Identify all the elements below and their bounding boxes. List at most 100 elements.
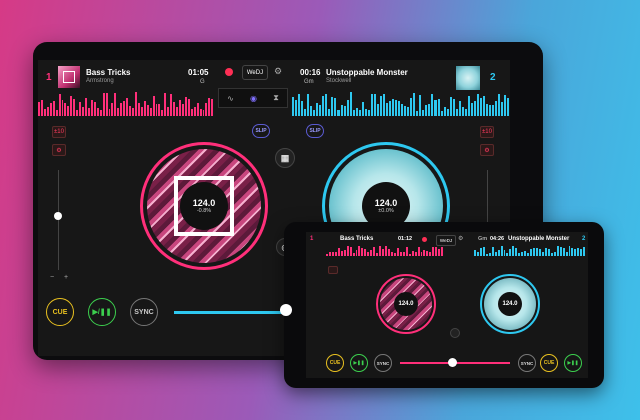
waveform-bar [488, 252, 491, 256]
deck1-pitch-plus[interactable]: + [64, 274, 68, 281]
deck2-pitch-range-button[interactable]: ±10 [480, 126, 494, 138]
phone-loop-button[interactable] [450, 328, 460, 338]
phone-deck2-waveform[interactable] [474, 246, 586, 256]
waveform-bar [476, 93, 479, 116]
deck1-pitch-slider[interactable] [54, 212, 62, 220]
waveform-bar [90, 100, 93, 116]
fx-mode-icon[interactable]: ◉ [250, 94, 257, 103]
waveform-bar [422, 110, 425, 116]
waveform-bar [574, 248, 577, 256]
waveform-bar [431, 93, 434, 116]
phone-deck2-key: Gm [478, 236, 488, 242]
waveform-bar [562, 248, 565, 256]
phone-deck2-number: 2 [582, 236, 586, 242]
waveform-bar [49, 102, 52, 116]
waveform-bar [361, 101, 364, 116]
phone-crossfader-knob[interactable] [448, 358, 457, 367]
waveform-bar [108, 108, 111, 116]
waveform-bar [304, 108, 307, 116]
grid-icon: ▦ [280, 152, 290, 163]
waveform-bar [149, 108, 152, 116]
waveform-bar [429, 252, 432, 256]
waveform-bar [352, 109, 355, 116]
deck1-key-lock-button[interactable]: ⚙ [52, 144, 66, 156]
waveform-bar [437, 98, 440, 116]
deck2-key: Gm [304, 79, 314, 85]
deck2-waveform[interactable] [292, 92, 510, 116]
phone-deck1-time: 01:12 [398, 236, 413, 242]
phone-deck2-play-pause-button[interactable]: ▶❚❚ [564, 354, 582, 372]
deck2-key-lock-button[interactable]: ⚙ [480, 144, 494, 156]
phone-deck2-sync-button[interactable]: SYNC [518, 354, 536, 372]
deck1-pitch-range-button[interactable]: ±10 [52, 126, 66, 138]
phone-record-icon[interactable] [422, 237, 427, 242]
phone-deck1-play-pause-button[interactable]: ▶❚❚ [350, 354, 368, 372]
waveform-bar [355, 250, 358, 256]
waveform-bar [105, 92, 108, 116]
waveform-mode-icon[interactable]: ∿ [227, 94, 234, 103]
waveform-bar [494, 251, 497, 256]
settings-gear-icon[interactable]: ⚙ [274, 66, 282, 77]
waveform-bar [404, 105, 407, 116]
waveform-bar [199, 109, 202, 116]
waveform-bar [498, 94, 501, 116]
deck1-pitch-minus[interactable]: − [50, 274, 54, 281]
deck2-pitch-percent: ±0.0% [378, 208, 394, 214]
waveform-bar [474, 249, 476, 256]
waveform-bar [376, 252, 379, 256]
waveform-bar [435, 246, 438, 256]
phone-deck2-cue-button[interactable]: CUE [540, 354, 558, 372]
waveform-bar [467, 96, 470, 116]
waveform-bar [428, 103, 431, 116]
waveform-bar [179, 99, 181, 116]
waveform-bar [382, 93, 385, 116]
waveform-bar [402, 252, 405, 256]
deck1-number: 1 [46, 72, 52, 83]
waveform-bar [536, 247, 538, 256]
waveform-bar [443, 106, 446, 116]
browser-grid-button[interactable]: ▦ [275, 148, 295, 168]
waveform-bar [173, 102, 176, 116]
waveform-bar [331, 97, 334, 116]
waveform-bar [85, 98, 87, 116]
phone-deck1-pitch-range-button[interactable] [328, 266, 338, 274]
waveform-bar [530, 249, 533, 256]
waveform-bar [370, 93, 373, 116]
record-icon[interactable] [225, 68, 233, 76]
waveform-bar [67, 105, 70, 116]
waveform-bar [358, 246, 361, 256]
crossfader-knob[interactable] [280, 304, 292, 316]
waveform-bar [401, 103, 404, 116]
deck1-slip-button[interactable]: SLIP [252, 124, 270, 138]
deck1-play-pause-button[interactable]: ▶/❚❚ [88, 298, 116, 326]
deck2-slip-button[interactable]: SLIP [306, 124, 324, 138]
waveform-bar [176, 106, 178, 116]
deck1-sync-button[interactable]: SYNC [130, 298, 158, 326]
phone-deck1-waveform[interactable] [326, 246, 444, 256]
deck2-artwork[interactable] [456, 66, 480, 90]
phone-deck1-cue-button[interactable]: CUE [326, 354, 344, 372]
phone-deck1-sync-button[interactable]: SYNC [374, 354, 392, 372]
waveform-bar [292, 97, 295, 116]
waveform-bar [379, 246, 382, 256]
waveform-bar [446, 109, 449, 116]
deck1-pitch-percent: -0.8% [196, 208, 212, 214]
deck1-cue-button[interactable]: CUE [46, 298, 74, 326]
waveform-bar [458, 101, 461, 116]
waveform-bar [434, 99, 437, 116]
deck1-artwork[interactable] [58, 66, 80, 88]
waveform-bar [379, 96, 382, 116]
waveform-bar [407, 107, 410, 116]
phone-deck1-bpm-display: 124.0 [394, 292, 418, 316]
waveform-bar [52, 101, 55, 116]
waveform-bar [102, 93, 105, 116]
waveform-bar [405, 247, 408, 256]
waveform-bar [82, 106, 84, 116]
deck1-waveform[interactable] [38, 92, 214, 116]
waveform-bar [87, 108, 90, 116]
phone-settings-gear-icon[interactable]: ⚙ [458, 235, 463, 242]
waveform-bar [385, 246, 388, 256]
mixer-mode-icon[interactable]: ⧗ [273, 93, 279, 103]
deck2-title: Unstoppable Monster [326, 68, 408, 77]
waveform-bar [364, 109, 367, 116]
